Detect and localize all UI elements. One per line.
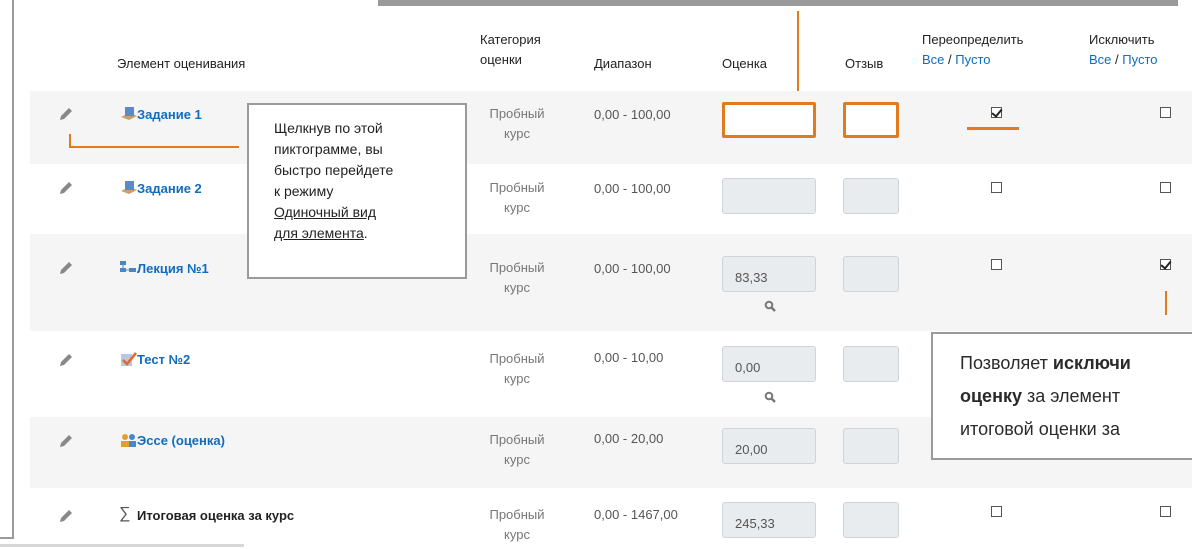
single-view-link[interactable]: для элемента: [274, 225, 364, 241]
frame-top-border: [378, 0, 1178, 6]
grade-input[interactable]: 20,00: [722, 428, 816, 464]
range-cell: 0,00 - 10,00: [594, 350, 664, 365]
workshop-icon: [121, 434, 136, 447]
range-cell: 0,00 - 100,00: [594, 107, 671, 122]
category-cell: Пробный курс: [489, 432, 545, 467]
lesson-icon: [120, 261, 136, 272]
annotation-line-override: [967, 127, 1019, 130]
table-row-bg: [30, 234, 1192, 331]
item-name-link[interactable]: Эссе (оценка): [137, 433, 225, 448]
header-category: Категория оценки: [480, 32, 541, 67]
grade-input[interactable]: [722, 102, 816, 138]
override-checkbox[interactable]: [991, 107, 1002, 118]
frame-bottom-scrollbar: [0, 544, 244, 547]
override-all-link[interactable]: Все: [922, 52, 944, 67]
override-checkbox[interactable]: [991, 182, 1002, 193]
category-cell: Пробный курс: [489, 507, 545, 542]
frame-left-border: [12, 0, 14, 537]
feedback-input[interactable]: [843, 428, 899, 464]
assignment-icon: [121, 181, 137, 194]
feedback-input[interactable]: [843, 102, 899, 138]
annotation-line-pencil: [69, 146, 239, 148]
category-cell: Пробный курс: [489, 106, 545, 141]
header-range: Диапазон: [594, 56, 652, 71]
exclude-checkbox[interactable]: [1160, 259, 1171, 270]
grade-input[interactable]: 0,00: [722, 346, 816, 382]
exclude-none-link[interactable]: Пусто: [1122, 52, 1157, 67]
override-checkbox[interactable]: [991, 259, 1002, 270]
grade-input[interactable]: 83,33: [722, 256, 816, 292]
course-total-label: Итоговая оценка за курс: [137, 508, 295, 523]
override-checkbox[interactable]: [991, 506, 1002, 517]
header-exclude: Исключить Все / Пусто: [1089, 32, 1158, 67]
feedback-input[interactable]: [843, 256, 899, 292]
header-item: Элемент оценивания: [117, 56, 246, 71]
category-cell: Пробный курс: [489, 180, 545, 215]
search-icon[interactable]: [764, 300, 776, 312]
tooltip-single-view: Щелкнув по этой пиктограмме, вы быстро п…: [247, 103, 467, 279]
pencil-icon[interactable]: [58, 180, 74, 196]
exclude-all-link[interactable]: Все: [1089, 52, 1111, 67]
feedback-input[interactable]: [843, 502, 899, 538]
category-cell: Пробный курс: [489, 260, 545, 295]
exclude-checkbox[interactable]: [1160, 506, 1171, 517]
assignment-icon: [121, 107, 137, 120]
annotation-line-exclude: [1165, 291, 1167, 315]
range-cell: 0,00 - 20,00: [594, 431, 664, 446]
item-name-link[interactable]: Тест №2: [137, 352, 190, 367]
category-cell: Пробный курс: [489, 351, 545, 386]
pencil-icon[interactable]: [58, 508, 74, 524]
exclude-checkbox[interactable]: [1160, 182, 1171, 193]
pencil-icon[interactable]: [58, 433, 74, 449]
item-name-link[interactable]: Задание 1: [137, 107, 202, 122]
item-name-link[interactable]: Лекция №1: [137, 261, 209, 276]
tooltip-exclude: Позволяет исключи оценку за элемент итог…: [931, 332, 1192, 460]
pencil-icon[interactable]: [58, 106, 74, 122]
header-override: Переопределить Все / Пусто: [922, 32, 1024, 67]
table-row-bg: [30, 164, 1192, 234]
frame-bottom-border: [0, 537, 14, 539]
feedback-input[interactable]: [843, 178, 899, 214]
search-icon[interactable]: [764, 391, 776, 403]
range-cell: 0,00 - 100,00: [594, 261, 671, 276]
pencil-icon[interactable]: [58, 260, 74, 276]
grade-input[interactable]: 245,33: [722, 502, 816, 538]
exclude-checkbox[interactable]: [1160, 107, 1171, 118]
grade-input[interactable]: [722, 178, 816, 214]
pencil-icon[interactable]: [58, 352, 74, 368]
quiz-icon: [121, 352, 138, 366]
feedback-input[interactable]: [843, 346, 899, 382]
sigma-icon: ∑: [119, 505, 131, 522]
header-grade: Оценка: [722, 56, 768, 71]
override-none-link[interactable]: Пусто: [955, 52, 990, 67]
annotation-line-grade: [797, 11, 799, 91]
range-cell: 0,00 - 100,00: [594, 181, 671, 196]
item-name-link[interactable]: Задание 2: [137, 181, 202, 196]
header-feedback: Отзыв: [845, 56, 884, 71]
single-view-link[interactable]: Одиночный вид: [274, 204, 376, 220]
range-cell: 0,00 - 1467,00: [594, 507, 678, 522]
